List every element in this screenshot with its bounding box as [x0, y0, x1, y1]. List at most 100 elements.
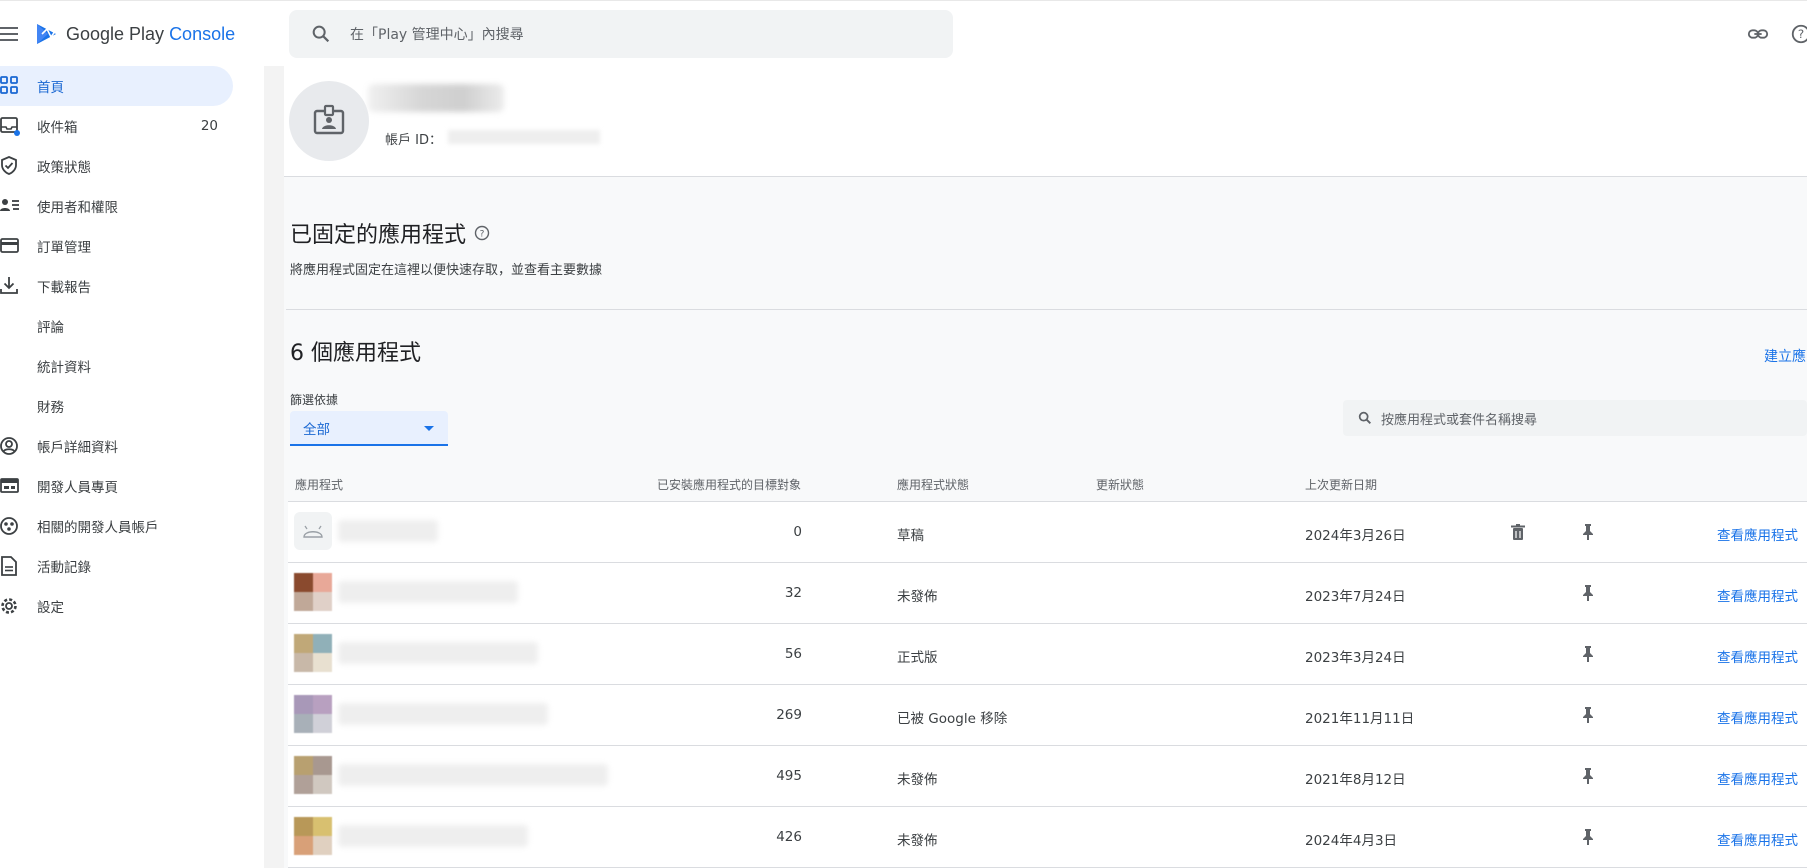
svg-text:?: ?	[480, 230, 485, 240]
activity-log-icon	[1, 556, 17, 576]
table-row[interactable]: 56 正式版 2023年3月24日 查看應用程式	[288, 624, 1807, 685]
pin-icon[interactable]	[1579, 523, 1597, 541]
search-icon	[312, 25, 330, 43]
sidebar-item-label: 相關的開發人員帳戶	[37, 520, 159, 536]
sidebar-item-label: 財務	[37, 400, 64, 416]
delete-icon[interactable]	[1509, 523, 1527, 541]
sidebar-item-developer-page[interactable]: 開發人員專頁	[0, 466, 233, 506]
last-updated-cell: 2024年3月26日	[1305, 528, 1406, 544]
table-row[interactable]: 269 已被 Google 移除 2021年11月11日 查看應用程式	[288, 685, 1807, 746]
column-header-installs: 已安裝應用程式的目標對象	[657, 478, 802, 492]
app-status-cell: 正式版	[897, 650, 938, 666]
sidebar-item-label: 首頁	[37, 80, 64, 96]
sidebar-item-finance[interactable]: 財務	[0, 386, 233, 426]
app-icon	[294, 817, 332, 855]
table-row[interactable]: 426 未發佈 2024年4月3日 查看應用程式	[288, 807, 1807, 868]
app-status-cell: 未發佈	[897, 833, 938, 849]
sidebar-item-statistics[interactable]: 統計資料	[0, 346, 233, 386]
column-header-update-status: 更新狀態	[1096, 478, 1145, 492]
chevron-down-icon	[424, 426, 434, 431]
column-header-app: 應用程式	[295, 478, 344, 492]
inbox-icon	[0, 117, 20, 136]
sidebar-item-policy-status[interactable]: 政策狀態	[0, 146, 233, 186]
installs-cell: 269	[776, 707, 802, 723]
installs-cell: 495	[776, 768, 802, 784]
sidebar-item-label: 下載報告	[37, 280, 91, 296]
sidebar-item-home[interactable]: 首頁	[0, 66, 233, 106]
last-updated-cell: 2024年4月3日	[1305, 833, 1398, 849]
column-header-app-status: 應用程式狀態	[897, 478, 970, 492]
filter-select[interactable]: 全部	[290, 411, 448, 446]
sidebar-item-users-permissions[interactable]: 使用者和權限	[0, 186, 233, 226]
sidebar-item-activity-log[interactable]: 活動記錄	[0, 546, 233, 586]
app-status-cell: 已被 Google 移除	[897, 711, 1008, 727]
sidebar-item-order-management[interactable]: 訂單管理	[0, 226, 233, 266]
linked-accounts-icon	[0, 517, 18, 535]
menu-icon[interactable]	[0, 23, 22, 45]
account-name-redacted	[368, 84, 504, 112]
sidebar-item-linked-developer-accounts[interactable]: 相關的開發人員帳戶	[0, 506, 233, 546]
create-app-link[interactable]: 建立應	[1764, 346, 1806, 366]
pin-icon[interactable]	[1579, 767, 1597, 785]
link-icon[interactable]	[1747, 23, 1769, 45]
account-id-label: 帳戶 ID：	[385, 133, 442, 148]
help-icon[interactable]: ?	[474, 225, 490, 241]
sidebar-item-label: 使用者和權限	[37, 200, 118, 216]
app-name-redacted	[338, 642, 538, 664]
search-icon	[1358, 411, 1371, 424]
pin-icon[interactable]	[1579, 828, 1597, 846]
table-row[interactable]: 495 未發佈 2021年8月12日 查看應用程式	[288, 746, 1807, 807]
inbox-count-badge: 20	[200, 118, 218, 134]
last-updated-cell: 2023年3月24日	[1305, 650, 1406, 666]
global-search-input[interactable]: 在「Play 管理中心」內搜尋	[289, 10, 953, 58]
app-search-placeholder: 按應用程式或套件名稱搜尋	[1381, 412, 1538, 428]
installs-cell: 32	[784, 585, 802, 601]
play-console-logo[interactable]: Google Play Console	[34, 20, 235, 48]
view-app-link[interactable]: 查看應用程式	[1717, 829, 1798, 849]
sidebar-item-settings[interactable]: 設定	[0, 586, 233, 626]
app-search-input[interactable]: 按應用程式或套件名稱搜尋	[1343, 400, 1807, 436]
pin-icon[interactable]	[1579, 645, 1597, 663]
view-app-link[interactable]: 查看應用程式	[1717, 646, 1798, 666]
play-console-logo-icon	[37, 24, 57, 44]
apps-count-title: 6 個應用程式	[290, 341, 421, 366]
pinned-apps-heading: 已固定的應用程式 ?	[290, 217, 490, 249]
column-header-last-updated: 上次更新日期	[1305, 478, 1378, 492]
installs-cell: 426	[776, 829, 802, 845]
table-row[interactable]: 32 未發佈 2023年7月24日 查看應用程式	[288, 563, 1807, 624]
installs-cell: 0	[793, 524, 802, 540]
pin-icon[interactable]	[1579, 706, 1597, 724]
sidebar-item-label: 設定	[37, 600, 64, 616]
account-avatar	[289, 81, 369, 161]
app-name-redacted	[338, 581, 518, 603]
view-app-link[interactable]: 查看應用程式	[1717, 524, 1798, 544]
sidebar-item-account-details[interactable]: 帳戶詳細資料	[0, 426, 233, 466]
app-name-redacted	[338, 764, 608, 786]
sidebar-item-inbox[interactable]: 收件箱 20	[0, 106, 233, 146]
users-icon	[0, 199, 19, 211]
svg-text:?: ?	[1798, 27, 1804, 41]
main-content: 帳戶 ID： 已固定的應用程式 ? 將應用程式固定在這裡以便快速存取，並查看主要…	[284, 66, 1807, 868]
app-status-cell: 草稿	[897, 528, 924, 544]
filter-select-value: 全部	[303, 421, 330, 438]
settings-icon	[1, 598, 17, 614]
sidebar-item-label: 政策狀態	[37, 160, 91, 176]
account-id-redacted	[448, 130, 600, 144]
sidebar-item-reviews[interactable]: 評論	[0, 306, 233, 346]
section-divider	[286, 309, 1807, 310]
sidebar-item-label: 活動記錄	[37, 560, 91, 576]
pinned-apps-title: 已固定的應用程式	[290, 223, 467, 248]
sidebar-item-download-reports[interactable]: 下載報告	[0, 266, 233, 306]
app-name-redacted	[338, 520, 438, 542]
id-badge-icon	[313, 104, 345, 135]
help-icon[interactable]: ?	[1790, 23, 1807, 45]
global-search-placeholder: 在「Play 管理中心」內搜尋	[350, 27, 524, 43]
pin-icon[interactable]	[1579, 584, 1597, 602]
app-status-cell: 未發佈	[897, 772, 938, 788]
table-row[interactable]: 0 草稿 2024年3月26日 查看應用程式	[288, 502, 1807, 563]
developer-page-icon	[0, 478, 19, 493]
view-app-link[interactable]: 查看應用程式	[1717, 707, 1798, 727]
app-status-cell: 未發佈	[897, 589, 938, 605]
view-app-link[interactable]: 查看應用程式	[1717, 585, 1798, 605]
view-app-link[interactable]: 查看應用程式	[1717, 768, 1798, 788]
